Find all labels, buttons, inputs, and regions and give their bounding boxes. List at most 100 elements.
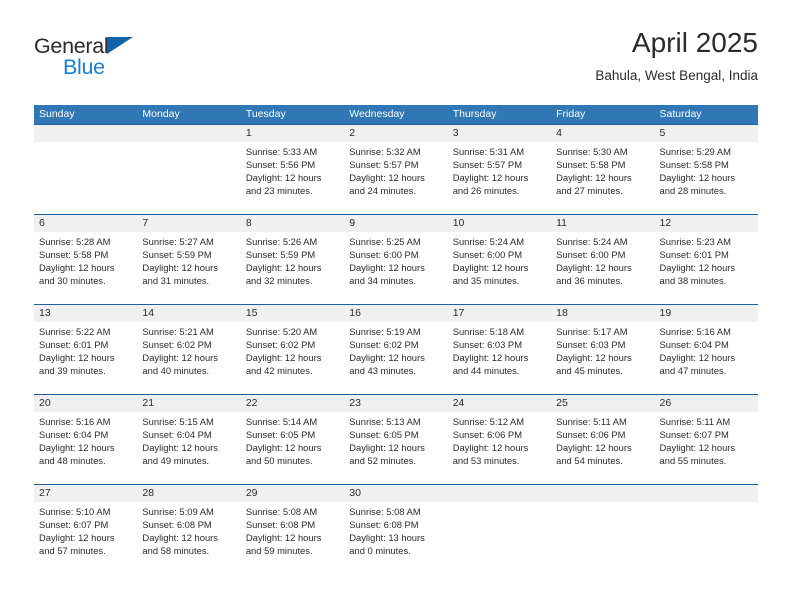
daylight-text-line2: and 53 minutes. [452,455,520,466]
day-cell[interactable]: Sunrise: 5:16 AM Sunset: 6:04 PM Dayligh… [34,412,137,484]
day-cell[interactable]: Sunrise: 5:11 AM Sunset: 6:07 PM Dayligh… [655,412,758,484]
day-number[interactable]: 5 [655,125,758,142]
daylight-text-line2: and 35 minutes. [452,275,520,286]
day-cell[interactable]: Sunrise: 5:31 AM Sunset: 5:57 PM Dayligh… [448,142,551,214]
day-number[interactable]: 28 [137,485,240,502]
daylight-text-line1: Daylight: 12 hours [245,352,322,363]
sunset-text: Sunset: 6:00 PM [452,249,522,260]
day-cell[interactable]: Sunrise: 5:13 AM Sunset: 6:05 PM Dayligh… [344,412,447,484]
sunrise-text: Sunrise: 5:25 AM [349,236,421,247]
daylight-text-line1: Daylight: 12 hours [452,172,529,183]
day-cell[interactable]: Sunrise: 5:16 AM Sunset: 6:04 PM Dayligh… [655,322,758,394]
day-cell[interactable]: Sunrise: 5:24 AM Sunset: 6:00 PM Dayligh… [448,232,551,304]
day-number[interactable]: 3 [448,125,551,142]
daylight-text-line1: Daylight: 12 hours [39,442,115,453]
day-number[interactable]: 24 [448,395,551,412]
day-number[interactable]: 9 [344,215,447,232]
week-detail-band: Sunrise: 5:28 AM Sunset: 5:58 PM Dayligh… [34,232,758,304]
day-number[interactable]: 12 [655,215,758,232]
sunset-text: Sunset: 6:05 PM [245,429,316,440]
daylight-text-line2: and 42 minutes. [245,365,313,376]
day-cell[interactable] [137,142,240,214]
day-cell[interactable]: Sunrise: 5:08 AM Sunset: 6:08 PM Dayligh… [241,502,344,574]
day-number[interactable] [137,125,240,142]
day-number[interactable]: 2 [344,125,447,142]
day-number[interactable] [551,485,654,502]
daylight-text-line1: Daylight: 12 hours [452,352,529,363]
daylight-text-line2: and 28 minutes. [659,185,727,196]
generalblue-logo[interactable]: General Blue [34,34,154,86]
day-number[interactable]: 10 [448,215,551,232]
sunset-text: Sunset: 6:04 PM [142,429,212,440]
daylight-text-line2: and 36 minutes. [556,275,623,286]
day-number[interactable]: 19 [655,305,758,322]
sunrise-text: Sunrise: 5:13 AM [349,416,421,427]
sunset-text: Sunset: 6:03 PM [556,339,626,350]
day-number[interactable]: 4 [551,125,654,142]
day-cell[interactable] [34,142,137,214]
page-title: April 2025 [631,27,758,58]
day-cell[interactable]: Sunrise: 5:15 AM Sunset: 6:04 PM Dayligh… [137,412,240,484]
calendar-week-row: 6 7 8 9 10 11 12 Sunrise: 5:28 AM Sunset… [34,214,758,304]
day-number[interactable]: 6 [34,215,137,232]
day-number[interactable]: 26 [655,395,758,412]
day-number[interactable]: 27 [34,485,137,502]
day-cell[interactable]: Sunrise: 5:09 AM Sunset: 6:08 PM Dayligh… [137,502,240,574]
day-number[interactable]: 16 [344,305,447,322]
day-cell[interactable]: Sunrise: 5:23 AM Sunset: 6:01 PM Dayligh… [655,232,758,304]
calendar-week-row: 13 14 15 16 17 18 19 Sunrise: 5:22 AM Su… [34,304,758,394]
day-number[interactable] [448,485,551,502]
day-cell[interactable]: Sunrise: 5:27 AM Sunset: 5:59 PM Dayligh… [137,232,240,304]
day-number[interactable]: 20 [34,395,137,412]
day-cell[interactable]: Sunrise: 5:30 AM Sunset: 5:58 PM Dayligh… [551,142,654,214]
day-cell[interactable]: Sunrise: 5:20 AM Sunset: 6:02 PM Dayligh… [241,322,344,394]
day-number[interactable]: 8 [241,215,344,232]
day-cell[interactable]: Sunrise: 5:25 AM Sunset: 6:00 PM Dayligh… [344,232,447,304]
day-number[interactable]: 30 [344,485,447,502]
logo-text-blue: Blue [63,55,105,79]
daylight-text-line1: Daylight: 12 hours [452,262,529,273]
day-cell[interactable]: Sunrise: 5:24 AM Sunset: 6:00 PM Dayligh… [551,232,654,304]
sunrise-text: Sunrise: 5:08 AM [349,506,421,517]
day-number[interactable] [34,125,137,142]
day-number[interactable]: 14 [137,305,240,322]
daylight-text-line1: Daylight: 12 hours [349,172,425,183]
week-date-band: 6 7 8 9 10 11 12 [34,215,758,232]
day-cell[interactable]: Sunrise: 5:33 AM Sunset: 5:56 PM Dayligh… [241,142,344,214]
day-cell[interactable] [448,502,551,574]
day-cell[interactable]: Sunrise: 5:22 AM Sunset: 6:01 PM Dayligh… [34,322,137,394]
sunrise-text: Sunrise: 5:27 AM [142,236,214,247]
day-number[interactable]: 23 [344,395,447,412]
day-number[interactable]: 18 [551,305,654,322]
day-cell[interactable]: Sunrise: 5:12 AM Sunset: 6:06 PM Dayligh… [448,412,551,484]
day-number[interactable]: 21 [137,395,240,412]
sunset-text: Sunset: 5:57 PM [452,159,522,170]
day-cell[interactable]: Sunrise: 5:10 AM Sunset: 6:07 PM Dayligh… [34,502,137,574]
day-cell[interactable] [551,502,654,574]
day-cell[interactable]: Sunrise: 5:14 AM Sunset: 6:05 PM Dayligh… [241,412,344,484]
day-number[interactable]: 22 [241,395,344,412]
day-number[interactable] [655,485,758,502]
day-cell[interactable]: Sunrise: 5:26 AM Sunset: 5:59 PM Dayligh… [241,232,344,304]
day-number[interactable]: 13 [34,305,137,322]
day-cell[interactable]: Sunrise: 5:21 AM Sunset: 6:02 PM Dayligh… [137,322,240,394]
day-number[interactable]: 7 [137,215,240,232]
sunrise-text: Sunrise: 5:20 AM [245,326,318,337]
day-cell[interactable]: Sunrise: 5:28 AM Sunset: 5:58 PM Dayligh… [34,232,137,304]
day-number[interactable]: 1 [241,125,344,142]
day-cell[interactable]: Sunrise: 5:19 AM Sunset: 6:02 PM Dayligh… [344,322,447,394]
day-cell[interactable]: Sunrise: 5:32 AM Sunset: 5:57 PM Dayligh… [344,142,447,214]
day-cell[interactable] [655,502,758,574]
day-cell[interactable]: Sunrise: 5:11 AM Sunset: 6:06 PM Dayligh… [551,412,654,484]
daylight-text-line1: Daylight: 12 hours [245,172,322,183]
day-cell[interactable]: Sunrise: 5:18 AM Sunset: 6:03 PM Dayligh… [448,322,551,394]
day-number[interactable]: 15 [241,305,344,322]
calendar-week-row: 27 28 29 30 Sunrise: 5:10 AM Sunset: 6:0… [34,484,758,574]
day-cell[interactable]: Sunrise: 5:17 AM Sunset: 6:03 PM Dayligh… [551,322,654,394]
day-number[interactable]: 17 [448,305,551,322]
day-number[interactable]: 11 [551,215,654,232]
day-number[interactable]: 25 [551,395,654,412]
day-number[interactable]: 29 [241,485,344,502]
day-cell[interactable]: Sunrise: 5:29 AM Sunset: 5:58 PM Dayligh… [655,142,758,214]
day-cell[interactable]: Sunrise: 5:08 AM Sunset: 6:08 PM Dayligh… [344,502,447,574]
